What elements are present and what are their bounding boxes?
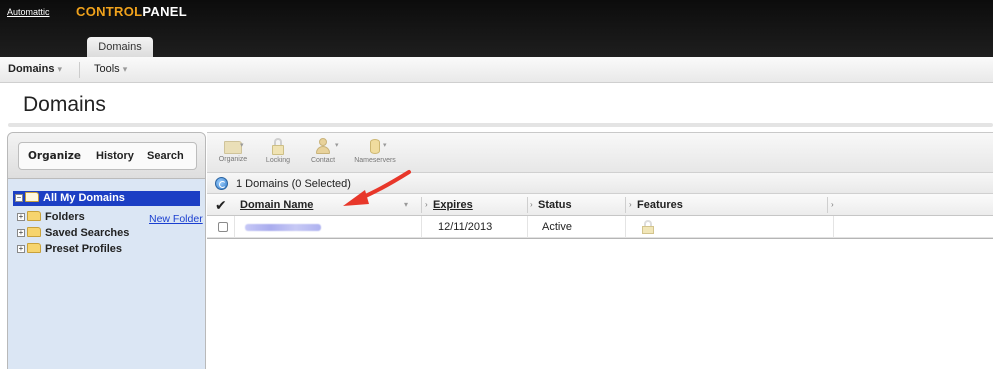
folder-icon [27, 211, 41, 221]
locking-button[interactable]: Locking [263, 137, 293, 164]
tab-domains[interactable]: Domains [87, 37, 153, 57]
left-panel: Organize History Search − All My Domains … [7, 132, 206, 369]
menu-bar: Domains ▾ Tools ▾ [0, 57, 993, 83]
cell-divider [527, 216, 528, 238]
automattic-link[interactable]: Automattic [7, 7, 50, 17]
grid-empty-area [207, 238, 993, 369]
column-arrow-icon: › [831, 200, 834, 209]
tree-item-all-my-domains[interactable]: − All My Domains [13, 191, 200, 206]
folder-open-icon [25, 192, 39, 202]
cell-divider [833, 216, 834, 238]
controlpanel-logo: CONTROLPANEL [76, 4, 187, 19]
logo-panel-text: PANEL [142, 4, 187, 19]
tab-history[interactable]: History [96, 150, 134, 162]
column-header-features[interactable]: Features [637, 194, 683, 216]
tree-item-label: Preset Profiles [45, 243, 123, 255]
folder-icon [27, 227, 41, 237]
selection-count: 1 Domains (0 Selected) [236, 178, 351, 190]
domain-tree: − All My Domains + Folders New Folder + Sav… [8, 179, 205, 369]
tree-item-saved-searches[interactable]: + Saved Searches [17, 226, 129, 240]
logo-control-text: CONTROL [76, 4, 143, 19]
organize-button-label: Organize [218, 156, 248, 163]
tab-organize[interactable]: Organize [28, 150, 81, 162]
column-header-expires[interactable]: Expires [433, 194, 473, 216]
select-all-checkmark-icon[interactable]: ✔ [215, 194, 227, 216]
top-header-bar: Automattic CONTROLPANEL Domains [0, 0, 993, 57]
new-folder-link[interactable]: New Folder [149, 213, 203, 225]
menu-divider [79, 62, 80, 78]
title-divider [8, 123, 993, 127]
left-panel-tabs: Organize History Search [8, 133, 205, 179]
row-expires: 12/11/2013 [438, 221, 493, 233]
contact-button-label: Contact [310, 157, 336, 164]
expand-icon[interactable]: + [17, 229, 25, 237]
grid-header: ✔ Domain Name ▾ › Expires › Status › Fea… [207, 194, 993, 216]
cell-divider [625, 216, 626, 238]
tree-item-label: Folders [45, 211, 85, 223]
tree-item-label: Saved Searches [45, 227, 130, 239]
column-arrow-icon: › [629, 200, 632, 209]
chevron-down-icon: ▾ [383, 142, 387, 149]
tree-item-preset-profiles[interactable]: + Preset Profiles [17, 242, 122, 256]
lock-icon [641, 220, 655, 235]
database-icon [365, 137, 385, 155]
contact-button[interactable]: Contact ▾ [306, 137, 340, 164]
tree-item-label: All My Domains [43, 192, 125, 204]
column-divider[interactable] [527, 197, 528, 213]
expand-icon[interactable]: + [17, 245, 25, 253]
chevron-down-icon: ▾ [335, 142, 339, 149]
person-icon [313, 137, 333, 155]
column-divider[interactable] [827, 197, 828, 213]
tab-search[interactable]: Search [147, 150, 184, 162]
menu-tools-label: Tools [94, 63, 120, 75]
menu-domains[interactable]: Domains ▾ [8, 63, 62, 75]
locking-button-label: Locking [265, 157, 291, 164]
column-divider[interactable] [625, 197, 626, 213]
folder-icon [27, 243, 41, 253]
menu-tools[interactable]: Tools ▾ [94, 63, 127, 75]
column-header-domain-name[interactable]: Domain Name [240, 194, 313, 216]
column-arrow-icon: › [530, 200, 533, 209]
row-checkbox[interactable] [218, 222, 228, 232]
domain-toolbar: Organize ▾ Locking Contact ▾ Nameservers… [207, 132, 993, 172]
nameservers-button[interactable]: Nameservers ▾ [350, 137, 400, 164]
red-annotation-arrow-icon [343, 170, 411, 206]
collapse-icon[interactable]: − [15, 194, 23, 202]
table-row[interactable]: 12/11/2013 Active [207, 216, 993, 238]
cell-divider [234, 216, 235, 238]
column-divider[interactable] [421, 197, 422, 213]
column-arrow-icon: › [425, 200, 428, 209]
nameservers-button-label: Nameservers [354, 157, 396, 164]
blurred-domain-name[interactable] [245, 224, 321, 231]
refresh-icon[interactable] [215, 177, 228, 190]
chevron-down-icon: ▾ [240, 142, 244, 149]
left-tab-group: Organize History Search [18, 142, 197, 170]
expand-icon[interactable]: + [17, 213, 25, 221]
row-status: Active [542, 221, 572, 233]
selection-status-bar: 1 Domains (0 Selected) [207, 172, 993, 194]
chevron-down-icon: ▾ [122, 64, 128, 74]
lock-icon [268, 137, 288, 155]
column-header-status[interactable]: Status [538, 194, 572, 216]
cell-divider [421, 216, 422, 238]
page-title: Domains [23, 93, 106, 116]
organize-button[interactable]: Organize ▾ [218, 137, 248, 163]
tree-item-folders[interactable]: + Folders [17, 210, 85, 224]
menu-domains-label: Domains [8, 63, 55, 75]
chevron-down-icon: ▾ [57, 64, 62, 74]
